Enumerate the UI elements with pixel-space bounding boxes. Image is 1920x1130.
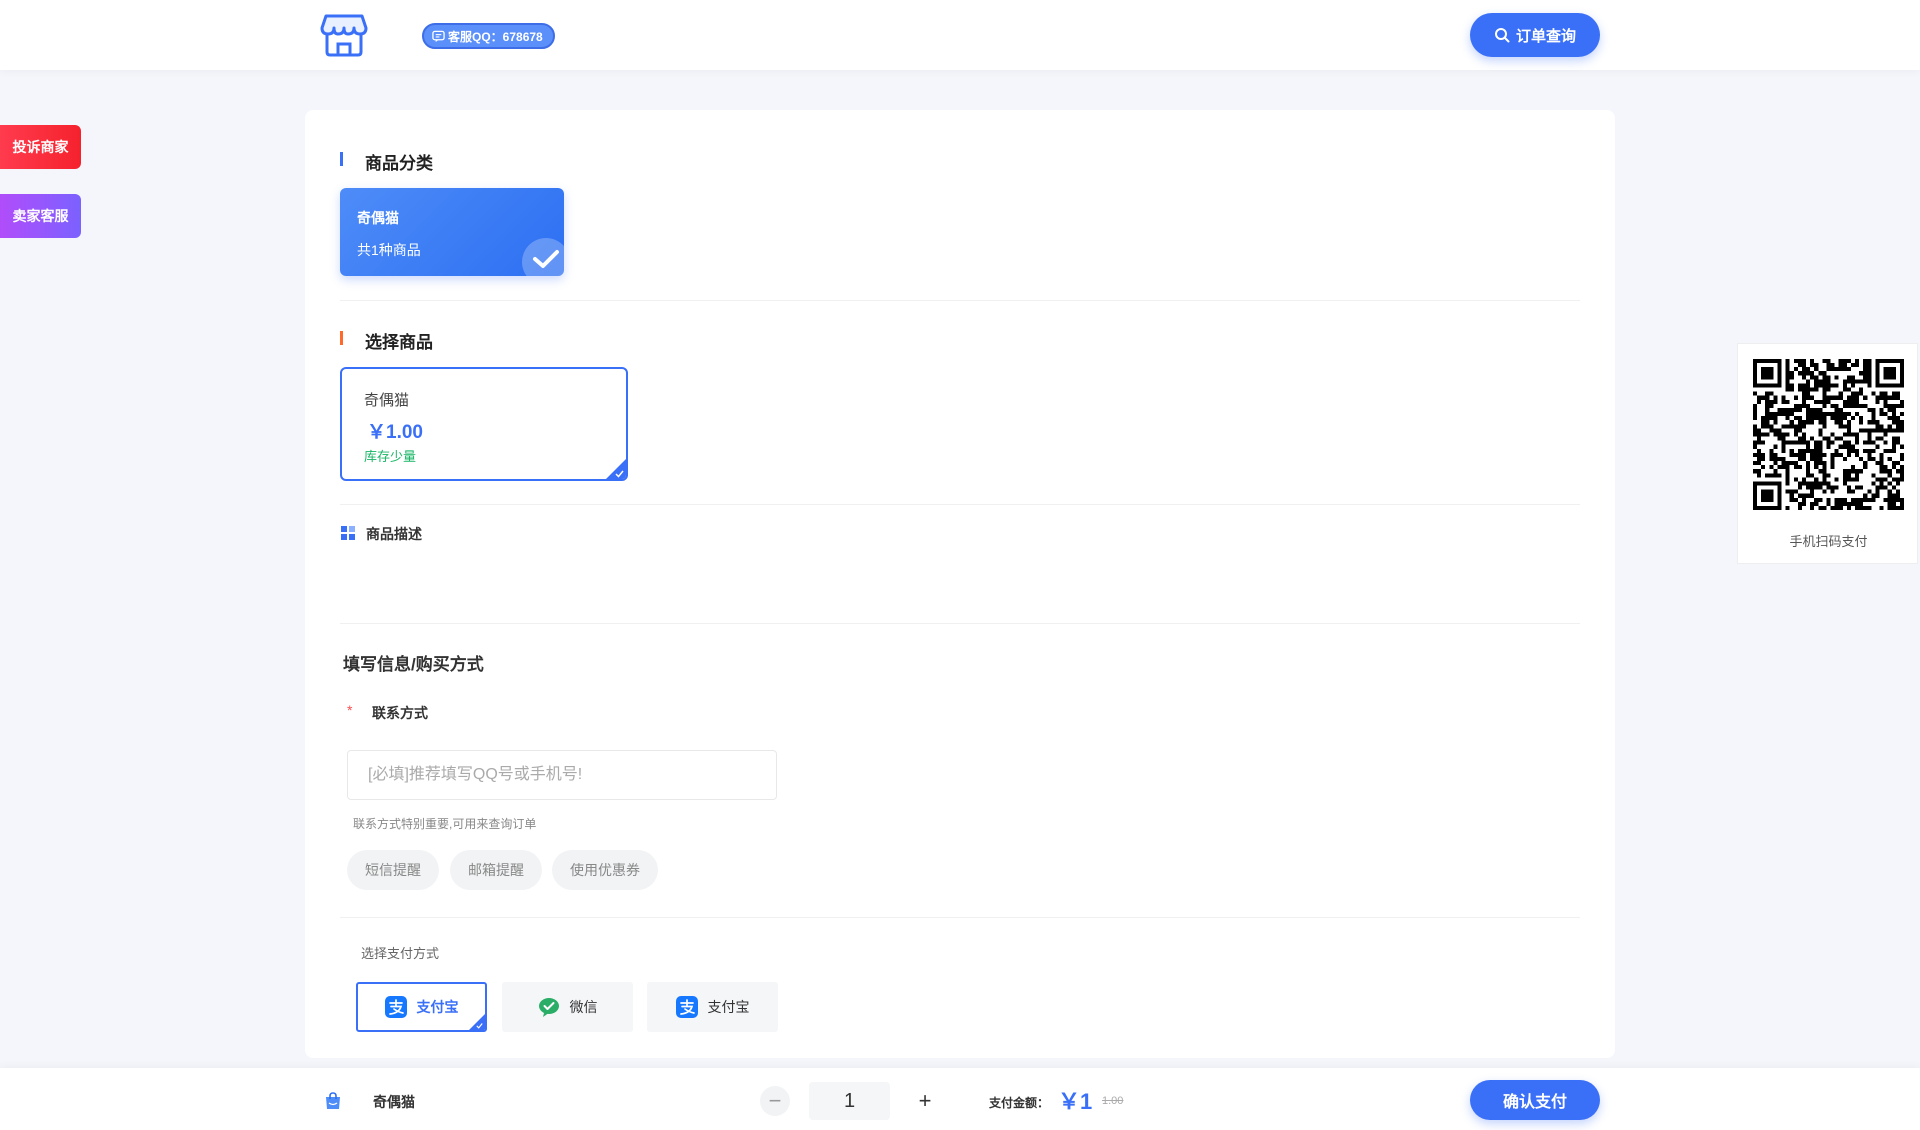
top-header: 客服QQ：678678 订单查询 (0, 0, 1920, 70)
contact-hint: 联系方式特别重要,可用来查询订单 (353, 817, 537, 831)
customer-service-qq-badge[interactable]: 客服QQ：678678 (422, 23, 555, 49)
sms-reminder-toggle[interactable]: 短信提醒 (347, 850, 439, 890)
order-query-label: 订单查询 (1515, 27, 1576, 45)
bottom-checkout-bar: 奇偶猫 − + 支付金额： ￥1 1.00 确认支付 (0, 1068, 1920, 1130)
payment-option-label: 支付宝 (707, 999, 750, 1015)
qr-payment-card: 手机扫码支付 (1737, 343, 1918, 564)
category-count: 共1种商品 (357, 242, 421, 258)
use-coupon-toggle[interactable]: 使用优惠券 (552, 850, 658, 890)
check-icon (615, 470, 624, 478)
title-accent-bar (340, 152, 343, 166)
payment-option-alipay[interactable]: 支付宝 (356, 982, 487, 1032)
product-stock: 库存少量 (364, 449, 417, 464)
qr-caption: 手机扫码支付 (1789, 534, 1868, 549)
alipay-icon (675, 996, 698, 1018)
seller-service-button[interactable]: 卖家客服 (0, 194, 81, 238)
grid-icon (341, 526, 355, 540)
check-icon (522, 238, 564, 276)
complaint-merchant-button[interactable]: 投诉商家 (0, 125, 81, 169)
required-mark: * (347, 702, 353, 718)
description-title: 商品描述 (340, 524, 422, 544)
order-query-button[interactable]: 订单查询 (1470, 13, 1600, 57)
description-label: 商品描述 (366, 526, 422, 542)
selected-product-name: 奇偶猫 (373, 1094, 415, 1110)
shopping-bag-icon (326, 1092, 340, 1109)
divider (340, 504, 1580, 505)
shop-logo-icon[interactable] (320, 12, 368, 58)
divider (340, 300, 1580, 301)
main-card: 商品分类 奇偶猫 共1种商品 选择商品 奇偶猫 ￥1.00 库存少量 商品描述 (305, 110, 1615, 1058)
form-title: 填写信息/购买方式 (343, 655, 484, 674)
payment-option-alipay-2[interactable]: 支付宝 (647, 982, 778, 1032)
product-section-title: 选择商品 (340, 328, 433, 353)
chat-icon (432, 30, 445, 42)
title-accent-bar (340, 331, 343, 345)
category-section-title: 商品分类 (340, 149, 433, 174)
payment-option-label: 支付宝 (416, 999, 459, 1015)
search-icon (1494, 28, 1510, 43)
contact-label: 联系方式 (372, 705, 428, 721)
product-price: ￥1.00 (367, 422, 423, 443)
payment-amount-label: 支付金额： (989, 1096, 1050, 1110)
category-card-qioumao[interactable]: 奇偶猫 共1种商品 (340, 188, 564, 276)
original-amount: 1.00 (1102, 1095, 1124, 1107)
qr-code-image (1753, 359, 1904, 510)
product-name: 奇偶猫 (364, 392, 410, 409)
payment-option-label: 微信 (569, 999, 598, 1015)
payment-method-label: 选择支付方式 (361, 946, 440, 961)
category-section-label: 商品分类 (365, 154, 433, 173)
alipay-icon (384, 996, 407, 1018)
email-reminder-toggle[interactable]: 邮箱提醒 (450, 850, 542, 890)
product-card-qioumao[interactable]: 奇偶猫 ￥1.00 库存少量 (340, 367, 628, 481)
wechat-icon (538, 998, 559, 1017)
contact-input[interactable] (347, 750, 777, 800)
quantity-input[interactable] (809, 1082, 890, 1120)
payment-option-wechat[interactable]: 微信 (502, 982, 633, 1032)
product-section-label: 选择商品 (365, 333, 433, 352)
divider (340, 917, 1580, 918)
qq-badge-label: 客服QQ：678678 (448, 29, 543, 44)
check-icon (476, 1023, 483, 1029)
quantity-decrease-button[interactable]: − (760, 1086, 790, 1116)
confirm-payment-button[interactable]: 确认支付 (1470, 1080, 1600, 1120)
payment-amount: ￥1 (1058, 1089, 1093, 1114)
divider (340, 623, 1580, 624)
quantity-increase-button[interactable]: + (910, 1086, 940, 1116)
category-name: 奇偶猫 (357, 210, 399, 226)
